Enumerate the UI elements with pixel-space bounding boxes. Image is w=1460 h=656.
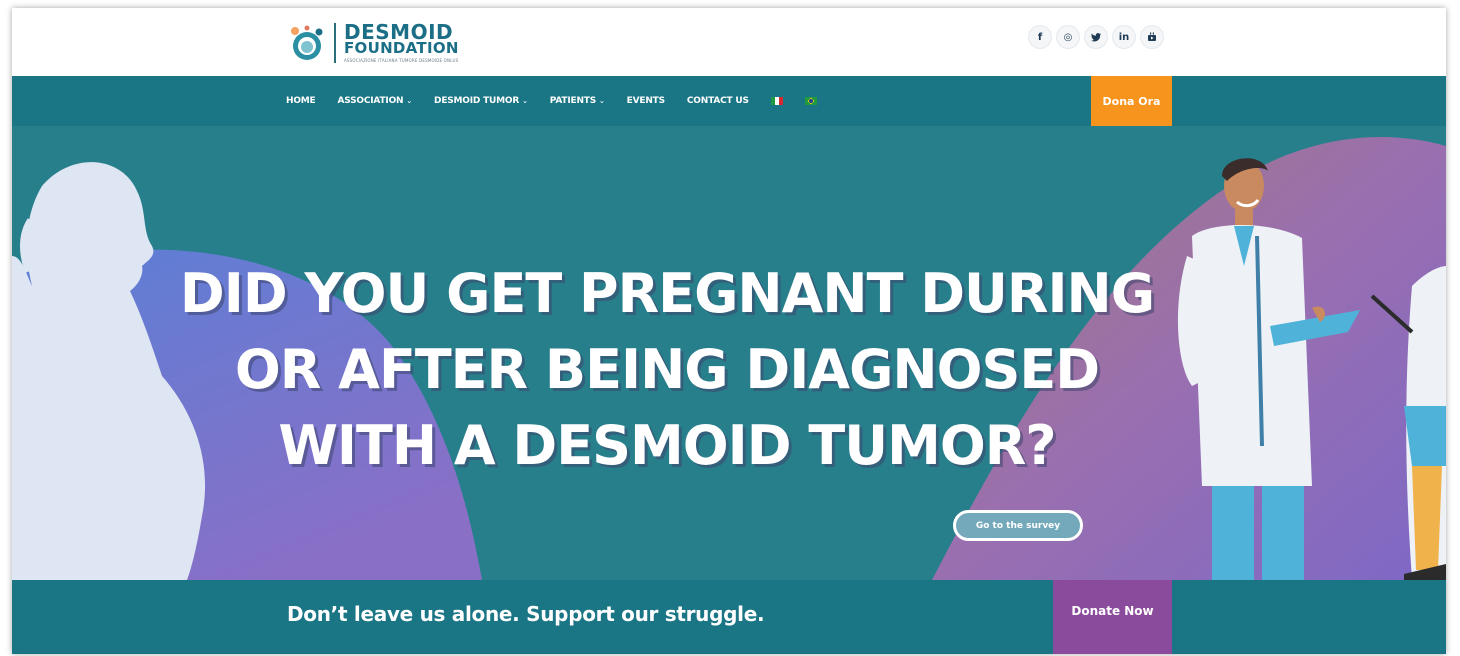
nav-item-desmoid-tumor[interactable]: DESMOID TUMOR ⌄ xyxy=(434,96,528,106)
nav-menu: HOME ASSOCIATION ⌄ DESMOID TUMOR ⌄ PATIENT… xyxy=(286,76,817,126)
foundation-logo-icon xyxy=(291,25,323,60)
nav-item-contact-us[interactable]: CONTACT US xyxy=(687,96,749,106)
nav-item-label: EVENTS xyxy=(626,96,665,106)
logo-separator xyxy=(334,23,336,63)
twitter-icon[interactable] xyxy=(1084,25,1108,49)
nav-item-patients[interactable]: PATIENTS ⌄ xyxy=(550,96,605,106)
site-logo[interactable]: DESMOID FOUNDATION ASSOCIAZIONE ITALIANA… xyxy=(286,20,459,66)
nav-item-label: PATIENTS xyxy=(549,96,596,106)
main-nav: HOME ASSOCIATION ⌄ DESMOID TUMOR ⌄ PATIENT… xyxy=(12,76,1446,126)
youtube-icon[interactable] xyxy=(1140,25,1164,49)
donate-now-button[interactable]: Donate Now xyxy=(1053,580,1172,654)
facebook-icon[interactable]: f xyxy=(1028,25,1052,49)
logo-tagline: ASSOCIAZIONE ITALIANA TUMORE DESMOIDE ON… xyxy=(344,57,459,63)
chevron-down-icon: ⌄ xyxy=(599,97,605,105)
nav-item-association[interactable]: ASSOCIATION ⌄ xyxy=(338,96,413,106)
logo-wordmark: DESMOID FOUNDATION ASSOCIAZIONE ITALIANA… xyxy=(344,19,459,64)
social-links: f ◎ in xyxy=(1028,25,1164,49)
headline-line: DID YOU GET PREGNANT DURING xyxy=(179,262,1155,325)
headline-line: WITH A DESMOID TUMOR? xyxy=(278,414,1056,477)
instagram-icon[interactable]: ◎ xyxy=(1056,25,1080,49)
nav-item-events[interactable]: EVENTS xyxy=(627,96,665,106)
top-header: DESMOID FOUNDATION ASSOCIAZIONE ITALIANA… xyxy=(12,8,1446,76)
hero-banner: DID YOU GET PREGNANT DURING OR AFTER BEI… xyxy=(12,126,1446,580)
dona-ora-button[interactable]: Dona Ora xyxy=(1091,76,1172,126)
go-to-survey-button[interactable]: Go to the survey xyxy=(953,510,1083,541)
brazil-flag-icon[interactable] xyxy=(804,97,817,105)
logo-title: DESMOID xyxy=(344,19,454,44)
nav-item-label: HOME xyxy=(286,96,316,106)
nav-item-label: ASSOCIATION xyxy=(337,96,404,106)
hero-headline: DID YOU GET PREGNANT DURING OR AFTER BEI… xyxy=(132,256,1202,484)
support-message: Don’t leave us alone. Support our strugg… xyxy=(287,602,765,626)
support-band: Don’t leave us alone. Support our strugg… xyxy=(12,580,1446,654)
linkedin-icon[interactable]: in xyxy=(1112,25,1136,49)
logo-subtitle: FOUNDATION xyxy=(344,38,459,57)
headline-line: OR AFTER BEING DIAGNOSED xyxy=(234,338,1100,401)
chevron-down-icon: ⌄ xyxy=(406,97,413,105)
italian-flag-icon[interactable] xyxy=(770,97,783,105)
chevron-down-icon: ⌄ xyxy=(522,97,528,105)
nav-item-label: CONTACT US xyxy=(686,96,749,106)
nav-item-home[interactable]: HOME xyxy=(286,96,316,106)
page: DESMOID FOUNDATION ASSOCIAZIONE ITALIANA… xyxy=(12,8,1446,654)
nav-item-label: DESMOID TUMOR xyxy=(434,96,520,106)
